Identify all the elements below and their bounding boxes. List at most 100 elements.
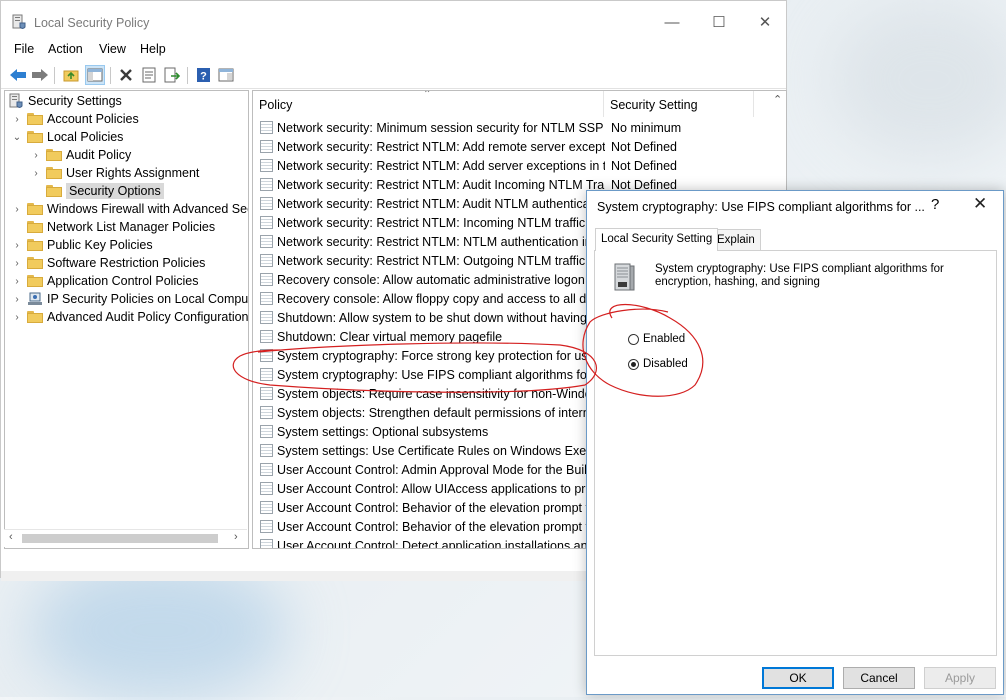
table-row[interactable]: Network security: Restrict NTLM: Add rem… [253,137,773,156]
disabled-option[interactable]: Disabled [628,358,688,370]
policy-item-icon [260,482,273,495]
tree-item-label: Software Restriction Policies [47,256,206,270]
policy-item-icon [260,197,273,210]
menu-action[interactable]: Action [48,42,83,56]
table-row[interactable]: Network security: Restrict NTLM: Add ser… [253,156,773,175]
folder-icon [46,149,62,161]
tree-item-security-options[interactable]: Security Options [30,182,164,200]
tree-item-ip-security[interactable]: › IP Security Policies on Local Compute [11,290,249,308]
dialog-help-button[interactable]: ? [931,196,939,213]
tree-item-local-policies[interactable]: ⌄ Local Policies [11,128,124,146]
column-divider[interactable] [753,91,754,117]
policy-name: Network security: Restrict NTLM: Audit I… [277,177,605,192]
tree-item-audit-policy[interactable]: › Audit Policy [30,146,131,164]
folder-icon [46,167,62,179]
tree-expander-spacer [30,185,42,197]
extended-view-icon[interactable] [216,65,236,85]
policy-item-icon [260,425,273,438]
window-title: Local Security Policy [34,16,150,30]
tree-item-label: Account Policies [47,112,139,126]
policy-name: System cryptography: Force strong key pr… [277,348,605,363]
tree-item-public-key-policies[interactable]: › Public Key Policies [11,236,152,254]
tree-horizontal-scrollbar[interactable]: ‹ › [4,529,247,547]
tree-item-label: Security Options [66,183,164,199]
chevron-right-icon[interactable]: › [30,149,42,161]
tree-item-label: Audit Policy [66,148,132,162]
ok-button[interactable]: OK [762,667,834,689]
policy-item-icon [260,121,273,134]
tree-item-label: Network List Manager Policies [47,220,216,234]
apply-button[interactable]: Apply [924,667,996,689]
disabled-radio[interactable] [628,358,639,370]
dialog-close-button[interactable]: ✕ [973,194,987,214]
policy-item-icon [260,159,273,172]
chevron-right-icon[interactable]: › [11,113,23,125]
folder-icon [27,221,43,233]
chevron-down-icon[interactable]: ⌄ [11,131,23,143]
forward-arrow-icon[interactable] [30,65,50,85]
up-folder-icon[interactable] [61,65,81,85]
tree-item-software-restriction[interactable]: › Software Restriction Policies [11,254,205,272]
scroll-up-icon[interactable]: ⌃ [773,93,782,106]
tree-item-advanced-audit[interactable]: › Advanced Audit Policy Configuration [11,308,249,326]
column-header-policy[interactable]: Policy ⌃ [253,91,603,117]
tree-item-user-rights-assignment[interactable]: › User Rights Assignment [30,164,199,182]
column-header-setting-label: Security Setting [610,98,698,112]
policy-item-icon [260,349,273,362]
scroll-left-icon[interactable]: ‹ [9,531,13,543]
enabled-radio[interactable] [628,333,639,345]
background-blur-blue [30,560,290,700]
policy-name: Network security: Restrict NTLM: Incomin… [277,215,586,230]
chevron-right-icon[interactable]: › [11,311,23,323]
policy-item-icon [260,406,273,419]
tree-item-label: Application Control Policies [47,274,199,288]
tree-item-windows-firewall[interactable]: › Windows Firewall with Advanced Secu [11,200,248,218]
policy-properties-dialog: System cryptography: Use FIPS compliant … [586,190,1004,695]
folder-icon [27,131,43,143]
minimize-button[interactable]: — [649,9,695,37]
tree-item-label: IP Security Policies on Local Compute [47,292,249,306]
policy-name: Recovery console: Allow automatic admini… [277,272,585,287]
policy-item-icon [260,387,273,400]
security-setting-value: Not Defined [611,139,678,154]
chevron-right-icon[interactable]: › [11,239,23,251]
menu-view[interactable]: View [99,42,126,56]
tree-item-label: Advanced Audit Policy Configuration [47,310,249,324]
policy-name: User Account Control: Behavior of the el… [277,500,601,515]
tab-local-security-setting[interactable]: Local Security Setting [595,228,719,251]
help-icon[interactable]: ? [193,65,213,85]
policy-item-icon [260,235,273,248]
menu-help[interactable]: Help [140,42,166,56]
chevron-right-icon[interactable]: › [30,167,42,179]
policy-item-icon [260,178,273,191]
table-row[interactable]: Network security: Minimum session securi… [253,118,773,137]
scroll-right-icon[interactable]: › [234,531,238,543]
folder-icon [27,275,43,287]
console-tree-icon[interactable] [85,65,105,85]
scrollbar-thumb[interactable] [22,534,218,543]
enabled-option[interactable]: Enabled [628,333,685,345]
tree-item-account-policies[interactable]: › Account Policies [11,110,139,128]
policy-item-icon [260,520,273,533]
export-list-icon[interactable] [162,65,182,85]
back-arrow-icon[interactable] [8,65,28,85]
policy-name: Network security: Restrict NTLM: NTLM au… [277,234,605,249]
maximize-button[interactable]: ☐ [696,9,742,37]
properties-icon[interactable] [139,65,159,85]
menu-file[interactable]: File [14,42,34,56]
chevron-right-icon[interactable]: › [11,293,23,305]
cancel-button[interactable]: Cancel [843,667,915,689]
policy-name: Recovery console: Allow floppy copy and … [277,291,605,306]
tab-explain[interactable]: Explain [711,229,761,250]
close-button[interactable]: ✕ [742,9,788,37]
folder-icon [27,113,43,125]
chevron-right-icon[interactable]: › [11,203,23,215]
tree-item-security-settings[interactable]: Security Settings [9,92,122,110]
tree-item-application-control[interactable]: › Application Control Policies [11,272,198,290]
chevron-right-icon[interactable]: › [11,257,23,269]
policy-description: System cryptography: Use FIPS compliant … [655,263,944,288]
column-header-setting[interactable]: Security Setting [604,91,754,117]
chevron-right-icon[interactable]: › [11,275,23,287]
delete-icon[interactable] [116,65,136,85]
tree-item-network-list-manager[interactable]: Network List Manager Policies [11,218,215,236]
